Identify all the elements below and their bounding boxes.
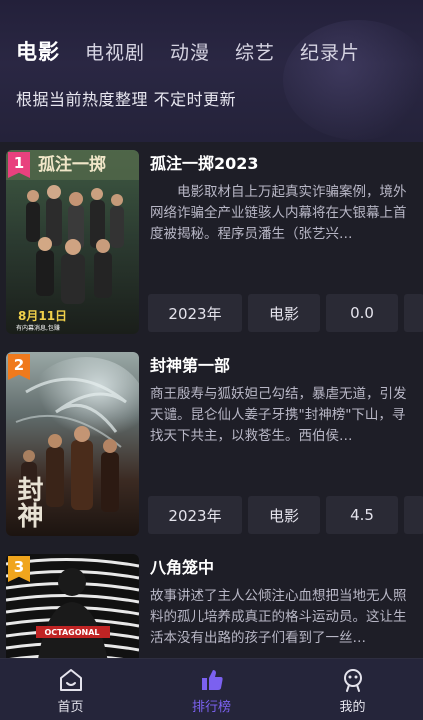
tab-documentary[interactable]: 纪录片 <box>300 38 360 65</box>
category-tabs: 电影 电视剧 动漫 综艺 纪录片 <box>16 36 385 66</box>
poster-date: 8月11日 <box>18 309 67 323</box>
nav-profile[interactable]: 我的 <box>282 659 423 720</box>
movie-description: 故事讲述了主人公倾注心血想把当地无人照料的孤儿培养成真正的格斗运动员。这让生活本… <box>150 588 407 646</box>
movie-title[interactable]: 封神第一部 <box>150 352 230 376</box>
year-tag: 2023年 <box>148 496 242 534</box>
score-tag: 4.5 <box>326 496 398 534</box>
list-item[interactable]: OCTAGONAL 3 八角笼中 故事讲述了主人公倾注心血想把当地无人照料的孤儿… <box>0 546 423 658</box>
thumbs-up-icon <box>201 670 223 690</box>
tab-movie[interactable]: 电影 <box>16 36 60 66</box>
list-item[interactable]: 孤注一掷 8月11日 有内幕消息,包赚 1 孤注一掷2023 电影取材自上万起真… <box>0 142 423 334</box>
header: 电影 电视剧 动漫 综艺 纪录片 根据当前热度整理 不定时更新 <box>0 0 423 142</box>
nav-home-label: 首页 <box>57 700 84 715</box>
nav-ranking-label: 排行榜 <box>191 700 231 715</box>
movie-title[interactable]: 八角笼中 <box>150 554 214 578</box>
year-tag: 2023年 <box>148 294 242 332</box>
poster-image[interactable]: 孤注一掷 8月11日 有内幕消息,包赚 <box>6 150 139 334</box>
ranking-list: 孤注一掷 8月11日 有内幕消息,包赚 1 孤注一掷2023 电影取材自上万起真… <box>0 142 423 658</box>
poster-caption: 有内幕消息,包赚 <box>16 324 60 332</box>
extra-tag <box>404 294 423 332</box>
tab-variety[interactable]: 综艺 <box>235 38 275 65</box>
list-item[interactable]: 封神 2 封神第一部 商王殷寿与狐妖妲己勾结，暴虐无道，引发天谴。昆仑仙人姜子牙… <box>0 344 423 536</box>
movie-tags: 2023年 电影 4.5 <box>148 496 423 534</box>
nav-home[interactable]: 首页 <box>0 659 141 720</box>
poster-title-lettering: 封神 <box>13 476 43 528</box>
nav-profile-label: 我的 <box>339 700 366 715</box>
ranking-subtitle: 根据当前热度整理 不定时更新 <box>16 90 237 109</box>
movie-tags: 2023年 电影 0.0 <box>148 294 423 332</box>
movie-description: 商王殷寿与狐妖妲己勾结，暴虐无道，引发天谴。昆仑仙人姜子牙携"封神榜"下山，寻找… <box>150 386 407 444</box>
poster-title-lettering: 孤注一掷 <box>38 154 106 175</box>
movie-description: 电影取材自上万起真实诈骗案例，境外网络诈骗全产业链骇人内幕将在大银幕上首度被揭秘… <box>150 184 407 242</box>
type-tag: 电影 <box>248 496 320 534</box>
score-tag: 0.0 <box>326 294 398 332</box>
nav-ranking[interactable]: 排行榜 <box>141 659 282 720</box>
tab-anime[interactable]: 动漫 <box>170 38 210 65</box>
movie-title[interactable]: 孤注一掷2023 <box>150 150 259 174</box>
poster-title-lettering: OCTAGONAL <box>44 628 99 637</box>
home-icon <box>59 669 82 691</box>
tab-tv-series[interactable]: 电视剧 <box>85 38 145 65</box>
type-tag: 电影 <box>248 294 320 332</box>
poster-image[interactable]: 封神 <box>6 352 139 536</box>
extra-tag <box>404 496 423 534</box>
user-face-icon <box>343 669 362 692</box>
bottom-navbar: 首页 排行榜 我的 <box>0 658 423 720</box>
